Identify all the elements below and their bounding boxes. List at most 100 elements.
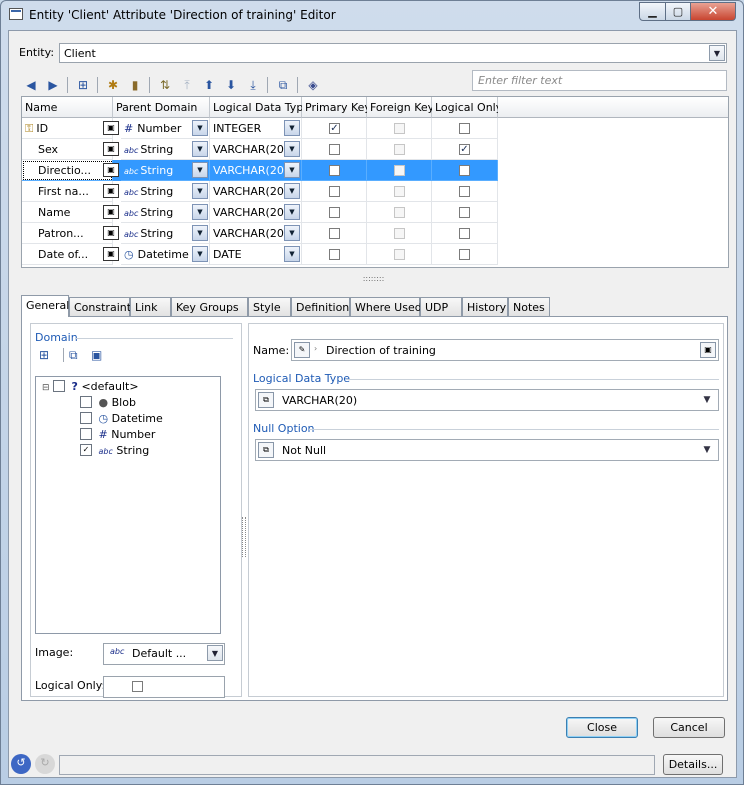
tab-style[interactable]: Style bbox=[248, 297, 291, 316]
tree-node-datetime[interactable]: ◷ Datetime bbox=[80, 412, 163, 425]
chevron-down-icon[interactable]: ▼ bbox=[284, 183, 300, 199]
forward-icon[interactable]: ↻ bbox=[35, 754, 55, 774]
column-header-name[interactable]: Name bbox=[22, 97, 113, 118]
first-icon[interactable]: ◀ bbox=[21, 75, 41, 95]
chevron-down-icon[interactable]: ▼ bbox=[284, 246, 300, 262]
name-cell[interactable]: Date of... bbox=[22, 244, 113, 265]
close-button[interactable]: Close bbox=[566, 717, 638, 738]
new-attribute-icon[interactable]: ✱ bbox=[103, 75, 123, 95]
entity-combo[interactable]: Client ▼ bbox=[59, 43, 727, 63]
edit-name-icon[interactable]: ✎ bbox=[294, 342, 310, 358]
move-up-icon[interactable]: ⬆ bbox=[199, 75, 219, 95]
picker-icon[interactable]: ▣ bbox=[103, 205, 119, 219]
tree-node-string[interactable]: ✓ abc String bbox=[80, 444, 149, 457]
table-row[interactable]: Sex ▣ abc String ▼ VARCHAR(20) ▼ ✓ bbox=[22, 139, 498, 160]
chevron-down-icon[interactable]: ▼ bbox=[192, 141, 208, 157]
tab-where-used[interactable]: Where Used bbox=[350, 297, 422, 316]
null-option-combo[interactable]: ⧉ Not Null ▼ bbox=[255, 439, 719, 461]
tab-history[interactable]: History bbox=[462, 297, 508, 316]
move-top-icon[interactable]: ⤒ bbox=[177, 75, 197, 95]
chevron-down-icon[interactable]: ▼ bbox=[192, 162, 208, 178]
logical-only-checkbox[interactable] bbox=[459, 228, 470, 239]
delete-icon[interactable]: ▮ bbox=[125, 75, 145, 95]
domain-properties-icon[interactable]: ▣ bbox=[91, 348, 102, 362]
logical-only-checkbox[interactable] bbox=[459, 186, 470, 197]
chevron-down-icon[interactable]: ▼ bbox=[284, 162, 300, 178]
tab-definition[interactable]: Definition bbox=[291, 297, 350, 316]
tab-constraint[interactable]: Constraint bbox=[69, 297, 131, 316]
tree-node-default[interactable]: ⊟ ? <default> bbox=[42, 380, 139, 393]
new-domain-icon[interactable]: ⧉ bbox=[69, 348, 78, 363]
table-row[interactable]: Patron... ▣ abc String ▼ VARCHAR(20) ▼ bbox=[22, 223, 498, 244]
last-icon[interactable]: ▶ bbox=[43, 75, 63, 95]
logical-data-type-combo[interactable]: ⧉ VARCHAR(20) ▼ bbox=[255, 389, 719, 411]
tab-key-groups[interactable]: Key Groups bbox=[171, 297, 248, 316]
properties-icon[interactable]: ◈ bbox=[303, 75, 323, 95]
close-window-button[interactable]: ✕ bbox=[690, 2, 736, 21]
logical-only-checkbox[interactable]: ✓ bbox=[459, 144, 470, 155]
chevron-down-icon[interactable]: ▼ bbox=[284, 225, 300, 241]
filter-input[interactable]: Enter filter text bbox=[472, 70, 727, 91]
chevron-down-icon[interactable]: ▼ bbox=[698, 392, 716, 408]
tree-node-blob[interactable]: ● Blob bbox=[80, 396, 136, 409]
hierarchy-icon[interactable]: ⊞ bbox=[39, 348, 49, 362]
table-row[interactable]: Directio... ▣ abc String ▼ VARCHAR(20) ▼ bbox=[22, 160, 498, 181]
maximize-button[interactable]: ▢ bbox=[665, 2, 691, 21]
splitter-handle[interactable]: :::::::: bbox=[9, 275, 738, 283]
table-row[interactable]: Name ▣ abc String ▼ VARCHAR(20) ▼ bbox=[22, 202, 498, 223]
logical-only-checkbox[interactable] bbox=[459, 207, 470, 218]
chevron-down-icon[interactable]: ▼ bbox=[284, 204, 300, 220]
name-cell[interactable]: Sex bbox=[22, 139, 113, 160]
image-combo[interactable]: Default ... abc ▼ bbox=[103, 643, 225, 665]
chevron-down-icon[interactable]: ▼ bbox=[192, 246, 208, 262]
checkbox[interactable] bbox=[80, 412, 92, 424]
collapse-icon[interactable]: ⊟ bbox=[42, 383, 50, 393]
picker-icon[interactable]: ▣ bbox=[103, 226, 119, 240]
migrate-icon[interactable]: ⧉ bbox=[273, 75, 293, 95]
checkbox[interactable] bbox=[80, 428, 92, 440]
primary-key-checkbox[interactable] bbox=[329, 165, 340, 176]
logical-only-checkbox[interactable] bbox=[459, 123, 470, 134]
picker-icon[interactable]: ▣ bbox=[103, 121, 119, 135]
table-row[interactable]: First na... ▣ abc String ▼ VARCHAR(20) ▼ bbox=[22, 181, 498, 202]
name-cell[interactable]: Name bbox=[22, 202, 113, 223]
name-field[interactable]: ✎ › Direction of training ▣ bbox=[291, 339, 719, 361]
cancel-button[interactable]: Cancel bbox=[653, 717, 725, 738]
pane-splitter[interactable] bbox=[242, 517, 246, 557]
logical-only-checkbox[interactable] bbox=[132, 681, 143, 692]
back-icon[interactable]: ↺ bbox=[11, 754, 31, 774]
primary-key-checkbox[interactable] bbox=[329, 207, 340, 218]
primary-key-checkbox[interactable]: ✓ bbox=[329, 123, 340, 134]
picker-icon[interactable]: ▣ bbox=[103, 163, 119, 177]
name-cell[interactable]: Directio... bbox=[22, 160, 113, 181]
picker-icon[interactable]: ▣ bbox=[700, 342, 716, 358]
chevron-down-icon[interactable]: ▼ bbox=[284, 120, 300, 136]
move-down-icon[interactable]: ⬇ bbox=[221, 75, 241, 95]
tree-node-number[interactable]: # Number bbox=[80, 428, 155, 441]
primary-key-checkbox[interactable] bbox=[329, 249, 340, 260]
tab-udp[interactable]: UDP bbox=[420, 297, 462, 316]
checked-checkbox[interactable]: ✓ bbox=[80, 444, 92, 456]
picker-icon[interactable]: ▣ bbox=[103, 247, 119, 261]
sort-icon[interactable]: ⇅ bbox=[155, 75, 175, 95]
column-header-logical-data-type[interactable]: Logical Data Type bbox=[210, 97, 310, 118]
primary-key-checkbox[interactable] bbox=[329, 228, 340, 239]
logical-only-checkbox[interactable] bbox=[459, 249, 470, 260]
tab-general[interactable]: General bbox=[21, 295, 69, 317]
chevron-down-icon[interactable]: ▼ bbox=[709, 45, 725, 61]
name-cell[interactable]: Patron... bbox=[22, 223, 113, 244]
picker-icon[interactable]: ▣ bbox=[103, 184, 119, 198]
tab-link[interactable]: Link bbox=[130, 297, 171, 316]
chevron-down-icon[interactable]: ▼ bbox=[192, 183, 208, 199]
name-cell[interactable]: First na... bbox=[22, 181, 113, 202]
logical-only-checkbox[interactable] bbox=[459, 165, 470, 176]
column-header-logical-only[interactable]: Logical Only bbox=[432, 97, 502, 118]
minimize-button[interactable]: ▁ bbox=[639, 2, 666, 21]
checkbox[interactable] bbox=[53, 380, 66, 392]
chevron-down-icon[interactable]: ▼ bbox=[207, 645, 223, 661]
column-header-parent-domain[interactable]: Parent Domain bbox=[113, 97, 210, 118]
hierarchy-icon[interactable]: ⊞ bbox=[73, 75, 93, 95]
primary-key-checkbox[interactable] bbox=[329, 144, 340, 155]
table-row[interactable]: ⚿ ID ▣ # Number ▼ INTEGER ▼ ✓ bbox=[22, 118, 498, 139]
column-header-foreign-key[interactable]: Foreign Key bbox=[367, 97, 434, 118]
